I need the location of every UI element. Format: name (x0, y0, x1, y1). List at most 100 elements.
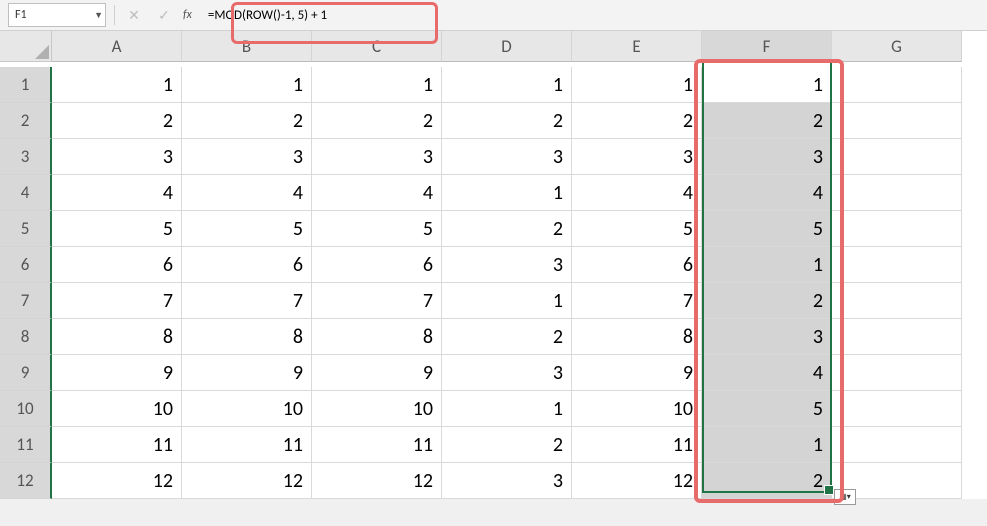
cell-B2[interactable]: 2 (182, 103, 312, 139)
cell-E2[interactable]: 2 (572, 103, 702, 139)
cell-B1[interactable]: 1 (182, 67, 312, 103)
cell-C5[interactable]: 5 (312, 211, 442, 247)
cell-C1[interactable]: 1 (312, 67, 442, 103)
row-header-6[interactable]: 6 (0, 247, 52, 283)
cell-F8[interactable]: 3 (702, 319, 832, 355)
cancel-button[interactable]: ✕ (123, 4, 145, 26)
cell-F3[interactable]: 3 (702, 139, 832, 175)
row-header-5[interactable]: 5 (0, 211, 52, 247)
cell-C10[interactable]: 10 (312, 391, 442, 427)
column-header-b[interactable]: B (182, 31, 312, 62)
cell-E4[interactable]: 4 (572, 175, 702, 211)
cell-E8[interactable]: 8 (572, 319, 702, 355)
cell-G1[interactable] (832, 67, 962, 103)
cell-D1[interactable]: 1 (442, 67, 572, 103)
cell-F6[interactable]: 1 (702, 247, 832, 283)
cell-G5[interactable] (832, 211, 962, 247)
cell-F9[interactable]: 4 (702, 355, 832, 391)
row-header-4[interactable]: 4 (0, 175, 52, 211)
row-header-3[interactable]: 3 (0, 139, 52, 175)
cell-C7[interactable]: 7 (312, 283, 442, 319)
row-header-11[interactable]: 11 (0, 427, 52, 463)
cell-F12[interactable]: 2 (702, 463, 832, 499)
cell-D3[interactable]: 3 (442, 139, 572, 175)
cell-B12[interactable]: 12 (182, 463, 312, 499)
cell-G10[interactable] (832, 391, 962, 427)
cell-E3[interactable]: 3 (572, 139, 702, 175)
name-box[interactable]: F1 ▼ (8, 3, 106, 27)
cell-C12[interactable]: 12 (312, 463, 442, 499)
cell-A1[interactable]: 1 (52, 67, 182, 103)
cell-G2[interactable] (832, 103, 962, 139)
cell-G9[interactable] (832, 355, 962, 391)
cell-C8[interactable]: 8 (312, 319, 442, 355)
cell-B8[interactable]: 8 (182, 319, 312, 355)
cell-D4[interactable]: 1 (442, 175, 572, 211)
cell-D5[interactable]: 2 (442, 211, 572, 247)
cell-D10[interactable]: 1 (442, 391, 572, 427)
cell-G7[interactable] (832, 283, 962, 319)
cell-D6[interactable]: 3 (442, 247, 572, 283)
column-header-e[interactable]: E (572, 31, 702, 62)
cell-F4[interactable]: 4 (702, 175, 832, 211)
cell-E6[interactable]: 6 (572, 247, 702, 283)
cell-A12[interactable]: 12 (52, 463, 182, 499)
cell-F1[interactable]: 1 (702, 67, 832, 103)
cell-E12[interactable]: 12 (572, 463, 702, 499)
cell-A9[interactable]: 9 (52, 355, 182, 391)
cell-G4[interactable] (832, 175, 962, 211)
cell-D7[interactable]: 1 (442, 283, 572, 319)
cell-E1[interactable]: 1 (572, 67, 702, 103)
cell-E10[interactable]: 10 (572, 391, 702, 427)
cell-C4[interactable]: 4 (312, 175, 442, 211)
cell-B3[interactable]: 3 (182, 139, 312, 175)
column-header-f[interactable]: F (702, 31, 832, 63)
cell-E5[interactable]: 5 (572, 211, 702, 247)
cell-A5[interactable]: 5 (52, 211, 182, 247)
row-header-2[interactable]: 2 (0, 103, 52, 139)
cell-A11[interactable]: 11 (52, 427, 182, 463)
row-header-10[interactable]: 10 (0, 391, 52, 427)
cell-C11[interactable]: 11 (312, 427, 442, 463)
cell-F10[interactable]: 5 (702, 391, 832, 427)
fx-label[interactable]: fx (183, 8, 192, 22)
cell-F11[interactable]: 1 (702, 427, 832, 463)
cell-G8[interactable] (832, 319, 962, 355)
row-header-12[interactable]: 12 (0, 463, 52, 499)
column-header-g[interactable]: G (832, 31, 962, 62)
cell-E11[interactable]: 11 (572, 427, 702, 463)
cell-E7[interactable]: 7 (572, 283, 702, 319)
cell-D11[interactable]: 2 (442, 427, 572, 463)
cell-D12[interactable]: 3 (442, 463, 572, 499)
cell-B4[interactable]: 4 (182, 175, 312, 211)
formula-input[interactable]: =MOD(ROW()-1, 5) + 1 (204, 4, 908, 26)
row-header-9[interactable]: 9 (0, 355, 52, 391)
column-header-a[interactable]: A (52, 31, 182, 62)
cell-B11[interactable]: 11 (182, 427, 312, 463)
cell-A6[interactable]: 6 (52, 247, 182, 283)
cell-A3[interactable]: 3 (52, 139, 182, 175)
cell-A2[interactable]: 2 (52, 103, 182, 139)
autofill-options-button[interactable]: ▦▾ (834, 489, 856, 505)
cell-G6[interactable] (832, 247, 962, 283)
cell-A10[interactable]: 10 (52, 391, 182, 427)
cell-C3[interactable]: 3 (312, 139, 442, 175)
confirm-button[interactable]: ✓ (153, 4, 175, 26)
cell-B7[interactable]: 7 (182, 283, 312, 319)
cell-B6[interactable]: 6 (182, 247, 312, 283)
row-header-7[interactable]: 7 (0, 283, 52, 319)
cell-A8[interactable]: 8 (52, 319, 182, 355)
cell-F7[interactable]: 2 (702, 283, 832, 319)
cell-B9[interactable]: 9 (182, 355, 312, 391)
select-all-corner[interactable] (0, 31, 52, 62)
worksheet-grid[interactable]: ABCDEFG111111122222223333333444414455552… (0, 31, 987, 499)
cell-B10[interactable]: 10 (182, 391, 312, 427)
cell-F5[interactable]: 5 (702, 211, 832, 247)
row-header-8[interactable]: 8 (0, 319, 52, 355)
column-header-c[interactable]: C (312, 31, 442, 62)
cell-G3[interactable] (832, 139, 962, 175)
cell-G11[interactable] (832, 427, 962, 463)
cell-A7[interactable]: 7 (52, 283, 182, 319)
cell-D2[interactable]: 2 (442, 103, 572, 139)
cell-F2[interactable]: 2 (702, 103, 832, 139)
